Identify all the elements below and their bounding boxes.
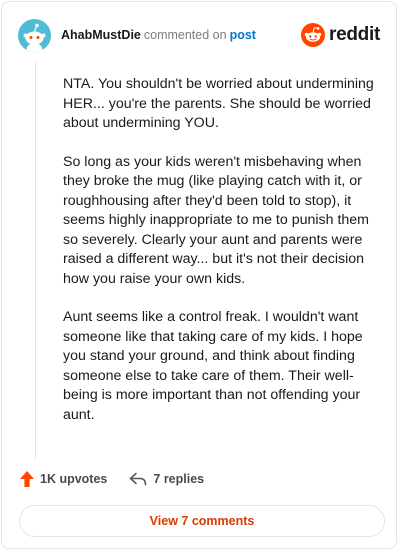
upvote-button[interactable]: 1K upvotes [20, 471, 107, 487]
reddit-brand[interactable]: reddit [301, 23, 380, 47]
comment-meta: AhabMustDie commented on post [61, 28, 256, 42]
post-link[interactable]: post [230, 28, 256, 42]
username-link[interactable]: AhabMustDie [61, 28, 141, 42]
action-text: commented on [143, 28, 227, 42]
view-comments-button[interactable]: View 7 comments [19, 505, 385, 537]
comment-header: AhabMustDie commented on post reddit [18, 18, 380, 52]
brand-wordmark: reddit [329, 24, 380, 45]
comment-paragraph: So long as your kids weren't misbehaving… [63, 153, 369, 287]
comment-card: AhabMustDie commented on post reddit NTA. … [1, 1, 397, 549]
comment-body: NTA. You shouldn't be worried about unde… [63, 75, 376, 444]
comment-actions: 1K upvotes 7 replies [20, 471, 204, 487]
upvote-count: 1K upvotes [40, 472, 108, 486]
comment-paragraph: Aunt seems like a control freak. I would… [63, 309, 363, 423]
snoo-avatar-icon [23, 23, 46, 52]
thread-line [35, 62, 36, 460]
reply-arrow-icon [130, 472, 147, 486]
reply-count: 7 replies [153, 472, 205, 486]
replies-button[interactable]: 7 replies [129, 472, 204, 486]
user-avatar[interactable] [18, 18, 51, 52]
reddit-logo-icon [301, 23, 326, 47]
comment-paragraph: NTA. You shouldn't be worried about unde… [63, 76, 374, 131]
upvote-arrow-icon [20, 471, 34, 487]
